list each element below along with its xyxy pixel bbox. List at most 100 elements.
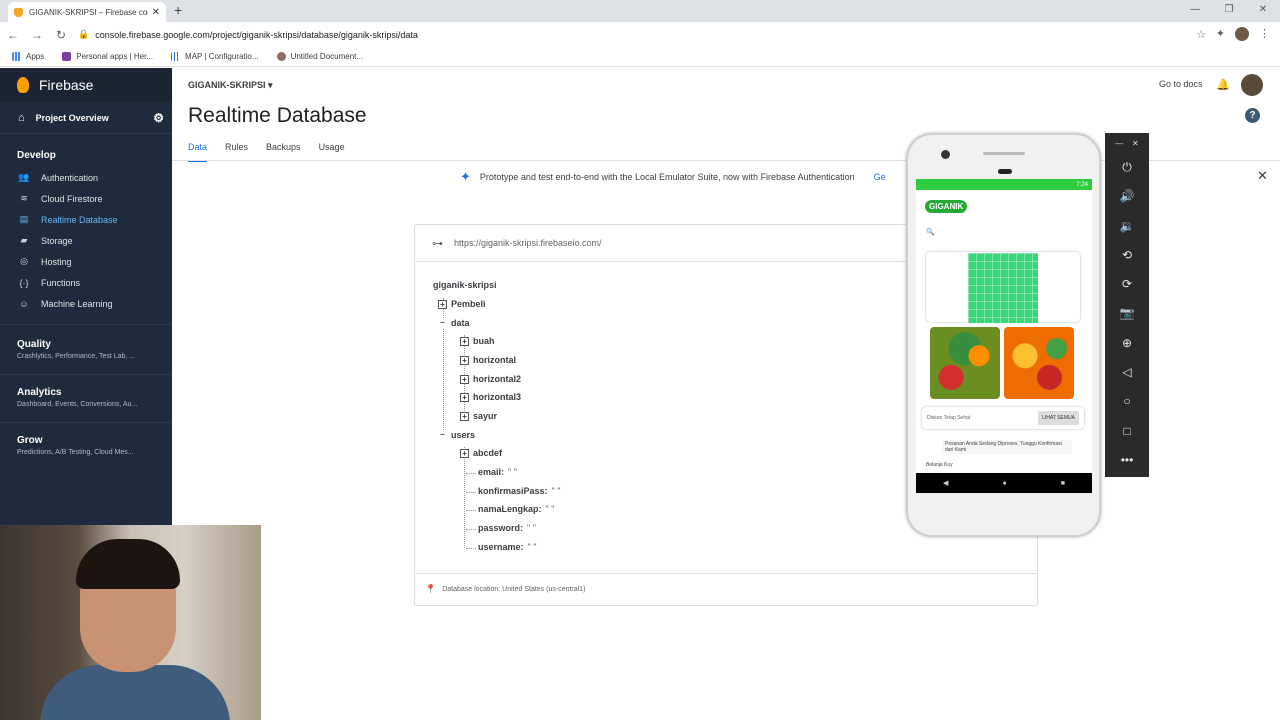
collapse-icon[interactable]: – [438, 319, 447, 329]
tab-rules[interactable]: Rules [225, 142, 248, 162]
tree-node-buah[interactable]: + buah [460, 336, 495, 347]
vegetables-image[interactable] [930, 327, 1000, 399]
search-icon[interactable]: 🔍 [926, 228, 935, 236]
sidebar-group-analytics[interactable]: Analytics Dashboard, Events, Conversions… [0, 374, 172, 416]
tree-field-username[interactable]: username: " " [478, 542, 536, 552]
expand-icon[interactable]: + [460, 449, 469, 459]
database-tabs: Data Rules Backups Usage [188, 142, 363, 162]
sidebar-item-realtime-database[interactable]: ▤ Realtime Database [0, 209, 172, 230]
tree-node-data[interactable]: – data [438, 318, 470, 329]
bookmark-personal-apps[interactable]: Personal apps | Her... [62, 52, 153, 61]
tree-node-horizontal2[interactable]: + horizontal2 [460, 374, 521, 385]
profile-avatar[interactable] [1235, 27, 1249, 41]
close-banner-icon[interactable]: ✕ [1257, 168, 1268, 184]
database-url[interactable]: https://giganik-skripsi.firebaseio.com/ [454, 238, 602, 248]
expand-icon[interactable]: + [460, 393, 469, 403]
giganik-logo: GIGANIK [925, 200, 968, 213]
emulator-close-icon[interactable]: ✕ [1132, 139, 1139, 148]
tree-field-email[interactable]: email: " " [478, 467, 517, 477]
sidebar-group-quality[interactable]: Quality Crashlytics, Performance, Test L… [0, 324, 172, 360]
new-tab-button[interactable]: + [174, 2, 182, 18]
tree-node-users[interactable]: – users [438, 430, 475, 441]
reload-icon[interactable]: ↻ [50, 28, 72, 42]
sidebar-item-authentication[interactable]: 👥 Authentication [0, 167, 172, 188]
bookmark-map-config[interactable]: MAP | Configuratio... [171, 52, 259, 61]
expand-icon[interactable]: + [438, 300, 447, 310]
collapse-icon[interactable]: – [438, 431, 447, 441]
user-avatar[interactable] [1241, 74, 1263, 96]
android-home-icon[interactable]: ● [1002, 480, 1006, 487]
back-triangle-icon[interactable]: ◁ [1105, 358, 1149, 387]
tree-node-abcdef[interactable]: + abcdef [460, 448, 502, 459]
close-tab-icon[interactable]: ✕ [152, 7, 160, 18]
database-location-row: 📍 Database location: United States (us-c… [415, 573, 1037, 605]
sidebar-item-storage[interactable]: ▰ Storage [0, 230, 172, 251]
bookmark-apps[interactable]: Apps [12, 52, 44, 61]
project-overview-row[interactable]: ⌂ Project Overview ⚙ [0, 102, 172, 134]
bookmark-star-icon[interactable]: ☆ [1196, 28, 1206, 41]
tab-title: GIGANIK-SKRIPSI – Firebase con [29, 7, 148, 17]
tree-field-konfirmasi-pass[interactable]: konfirmasiPass: " " [478, 486, 560, 496]
home-icon: ⌂ [18, 111, 25, 124]
url-field[interactable]: 🔒 console.firebase.google.com/project/gi… [78, 25, 1208, 44]
app-banner-image[interactable] [926, 252, 1080, 323]
expand-icon[interactable]: + [460, 337, 469, 347]
zoom-icon[interactable]: ⊕ [1105, 329, 1149, 358]
extensions-puzzle-icon[interactable]: ✦ [1216, 27, 1225, 41]
see-all-button[interactable]: LIHAT SEMUA [1038, 411, 1079, 425]
forward-icon[interactable]: → [26, 28, 48, 42]
emulator-minimize-icon[interactable]: — [1115, 139, 1123, 148]
tree-root[interactable]: giganik-skripsi [433, 280, 497, 290]
sparkle-icon: ✦ [460, 169, 471, 184]
sidebar-item-hosting[interactable]: ◎ Hosting [0, 251, 172, 272]
home-circle-icon[interactable]: ○ [1105, 387, 1149, 416]
power-icon[interactable]: ⏻ [1105, 153, 1149, 182]
address-bar-row: ← → ↻ 🔒 console.firebase.google.com/proj… [0, 22, 1280, 47]
tree-node-horizontal3[interactable]: + horizontal3 [460, 392, 521, 403]
restore-icon[interactable]: ❐ [1212, 0, 1246, 20]
gear-icon[interactable]: ⚙ [153, 111, 164, 125]
expand-icon[interactable]: + [460, 356, 469, 366]
bookmark-untitled-document[interactable]: Untitled Document... [276, 52, 363, 61]
help-icon[interactable]: ? [1245, 108, 1260, 123]
tab-backups[interactable]: Backups [266, 142, 301, 162]
tree-node-pembeli[interactable]: + Pembeli [438, 299, 486, 310]
phone-screen[interactable]: 7:24 GIGANIK 🔍 Diskon Tetap Sehat LIHAT … [916, 179, 1092, 493]
sidebar-item-machine-learning[interactable]: ☺ Machine Learning [0, 293, 172, 314]
project-selector[interactable]: GIGANIK-SKRIPSI ▾ [188, 80, 273, 91]
volume-down-icon[interactable]: 🔉 [1105, 212, 1149, 241]
back-icon[interactable]: ← [2, 28, 24, 42]
firebase-brand[interactable]: Firebase [0, 68, 172, 102]
expand-icon[interactable]: + [460, 412, 469, 422]
tab-usage[interactable]: Usage [319, 142, 345, 162]
sidebar-item-functions[interactable]: {·} Functions [0, 272, 172, 293]
overview-square-icon[interactable]: □ [1105, 417, 1149, 446]
close-window-icon[interactable]: ✕ [1246, 0, 1280, 20]
notification-bell-icon[interactable]: 🔔 [1216, 78, 1230, 91]
tree-field-nama-lengkap[interactable]: namaLengkap: " " [478, 504, 554, 514]
android-back-icon[interactable]: ◀ [943, 479, 948, 487]
rotate-left-icon[interactable]: ⟲ [1105, 241, 1149, 270]
rotate-right-icon[interactable]: ⟳ [1105, 270, 1149, 299]
more-icon[interactable]: ••• [1105, 446, 1149, 475]
android-status-bar: 7:24 [916, 179, 1092, 190]
browser-menu-icon[interactable]: ⋮ [1259, 27, 1270, 41]
minimize-icon[interactable]: — [1178, 0, 1212, 20]
tree-connector [466, 510, 476, 511]
fruits-image[interactable] [1004, 327, 1074, 399]
banner-link[interactable]: Ge [874, 172, 886, 182]
sidebar-item-cloud-firestore[interactable]: ≋ Cloud Firestore [0, 188, 172, 209]
go-to-docs-link[interactable]: Go to docs [1159, 79, 1203, 89]
browser-tab[interactable]: GIGANIK-SKRIPSI – Firebase con ✕ [8, 2, 166, 22]
android-recents-icon[interactable]: ■ [1061, 480, 1065, 487]
tree-node-horizontal[interactable]: + horizontal [460, 355, 516, 366]
tab-data[interactable]: Data [188, 142, 208, 162]
sidebar-group-grow[interactable]: Grow Predictions, A/B Testing, Cloud Mes… [0, 422, 172, 464]
tree-field-password[interactable]: password: " " [478, 523, 536, 533]
webcam-person-shirt [40, 665, 230, 720]
screenshot-camera-icon[interactable]: 📷 [1105, 299, 1149, 328]
volume-up-icon[interactable]: 🔊 [1105, 182, 1149, 211]
expand-icon[interactable]: + [460, 375, 469, 385]
bottom-nav-label[interactable]: Belanja Kuy [926, 462, 953, 468]
tree-node-sayur[interactable]: + sayur [460, 411, 497, 422]
